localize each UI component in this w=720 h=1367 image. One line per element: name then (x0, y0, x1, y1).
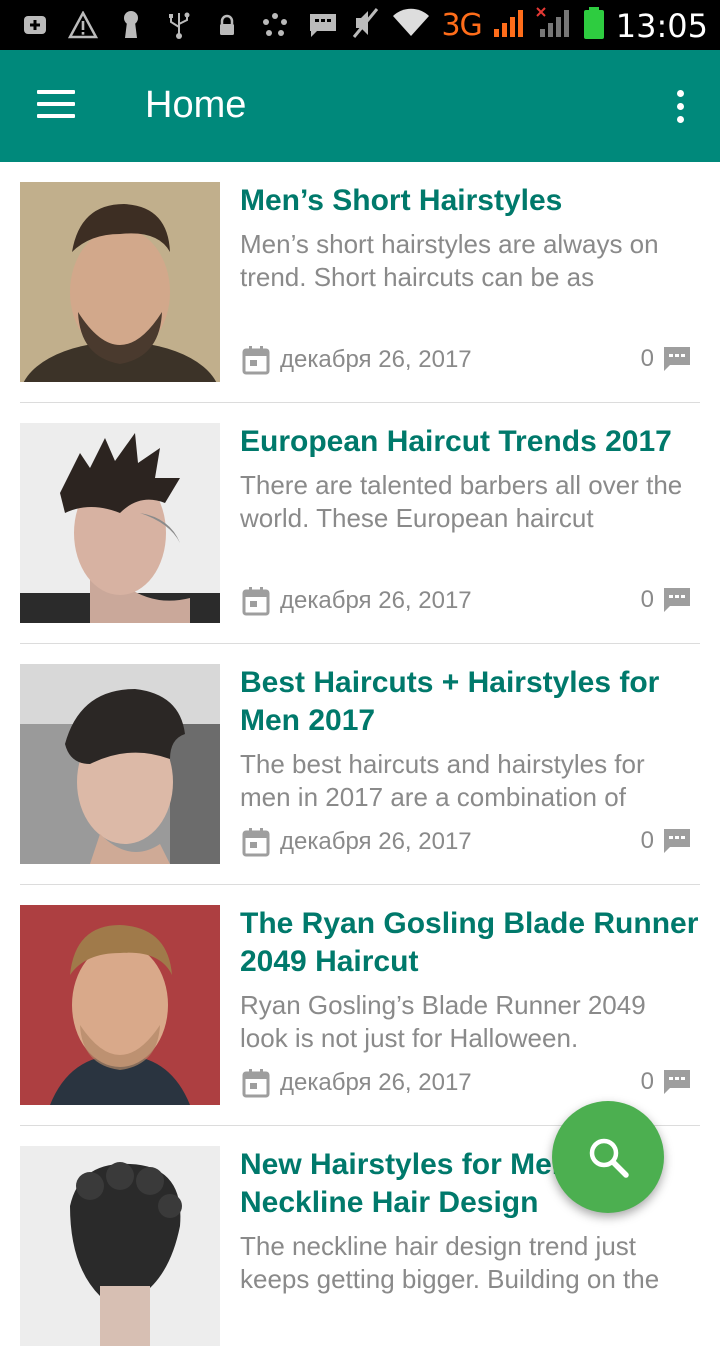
post-title: Best Haircuts + Hairstyles for Men 2017 (240, 666, 660, 737)
usb-icon (164, 10, 194, 40)
warning-icon (68, 10, 98, 40)
comment-icon (664, 347, 690, 371)
calendar-icon (242, 346, 270, 375)
post-title: Men’s Short Hairstyles (240, 184, 563, 217)
comment-count: 0 (640, 1068, 654, 1095)
post-comments: 0 (641, 586, 692, 614)
post-thumbnail (20, 1146, 220, 1346)
more-vert-dot (677, 116, 684, 123)
post-excerpt: Ryan Gosling’s Blade Runner 2049 look is… (240, 990, 646, 1053)
post-title: The Ryan Gosling Blade Runner 2049 Hairc… (240, 907, 699, 978)
post-thumbnail (20, 664, 220, 864)
post-excerpt: The neckline hair design trend just keep… (240, 1231, 660, 1294)
post-thumbnail (20, 182, 220, 382)
notification-icons (20, 10, 338, 40)
post-item[interactable]: The Ryan Gosling Blade Runner 2049 Hairc… (20, 885, 700, 1126)
post-date: декабря 26, 2017 (242, 586, 472, 616)
status-bar: 3G 13:05 (0, 0, 720, 50)
menu-icon-bar (37, 102, 75, 106)
mute-icon (351, 6, 381, 45)
post-item[interactable]: European Haircut Trends 2017 There are t… (20, 403, 700, 644)
comment-count: 0 (640, 345, 654, 372)
comment-icon (664, 588, 690, 612)
comment-icon (664, 1070, 690, 1094)
post-date: декабря 26, 2017 (242, 827, 472, 857)
calendar-icon (242, 1069, 270, 1098)
signal-no-sim-icon (536, 7, 572, 44)
menu-icon (37, 90, 75, 94)
post-excerpt: Men’s short hairstyles are always on tre… (240, 229, 659, 292)
post-thumbnail (20, 905, 220, 1105)
comment-count: 0 (640, 586, 654, 613)
calendar-icon (242, 828, 270, 857)
post-comments: 0 (641, 345, 692, 373)
post-date: декабря 26, 2017 (242, 1068, 472, 1098)
post-date-text: декабря 26, 2017 (280, 1069, 472, 1096)
more-vert-icon (677, 90, 684, 97)
post-date-text: декабря 26, 2017 (280, 346, 472, 373)
calendar-icon (242, 587, 270, 616)
more-vert-dot (677, 103, 684, 110)
message-icon (308, 10, 338, 40)
signal-icon (492, 7, 526, 44)
dots-icon (260, 10, 290, 40)
page-title: Home (145, 84, 247, 126)
post-title: European Haircut Trends 2017 (240, 425, 672, 458)
comment-count: 0 (640, 827, 654, 854)
post-comments: 0 (641, 1068, 692, 1096)
search-icon (589, 1138, 629, 1178)
post-excerpt: The best haircuts and hairstyles for men… (240, 749, 645, 812)
overflow-menu-button[interactable] (660, 80, 700, 132)
keyhole-icon (116, 10, 146, 40)
wifi-icon (391, 8, 431, 43)
post-date-text: декабря 26, 2017 (280, 828, 472, 855)
post-comments: 0 (641, 827, 692, 855)
post-item[interactable]: Best Haircuts + Hairstyles for Men 2017 … (20, 644, 700, 885)
add-box-icon (20, 10, 50, 40)
post-item[interactable]: Men’s Short Hairstyles Men’s short hairs… (20, 162, 700, 403)
clock: 13:05 (615, 6, 708, 45)
system-indicators: 3G 13:05 (351, 6, 708, 45)
post-date: декабря 26, 2017 (242, 345, 472, 375)
post-thumbnail (20, 423, 220, 623)
battery-icon (582, 6, 606, 45)
comment-icon (664, 829, 690, 853)
post-date-text: декабря 26, 2017 (280, 587, 472, 614)
network-type: 3G (441, 8, 482, 43)
post-excerpt: There are talented barbers all over the … (240, 470, 683, 533)
search-fab[interactable] (552, 1101, 664, 1213)
menu-icon-bar (37, 114, 75, 118)
lock-icon (212, 10, 242, 40)
menu-button[interactable] (30, 80, 82, 132)
app-bar: Home (0, 50, 720, 162)
